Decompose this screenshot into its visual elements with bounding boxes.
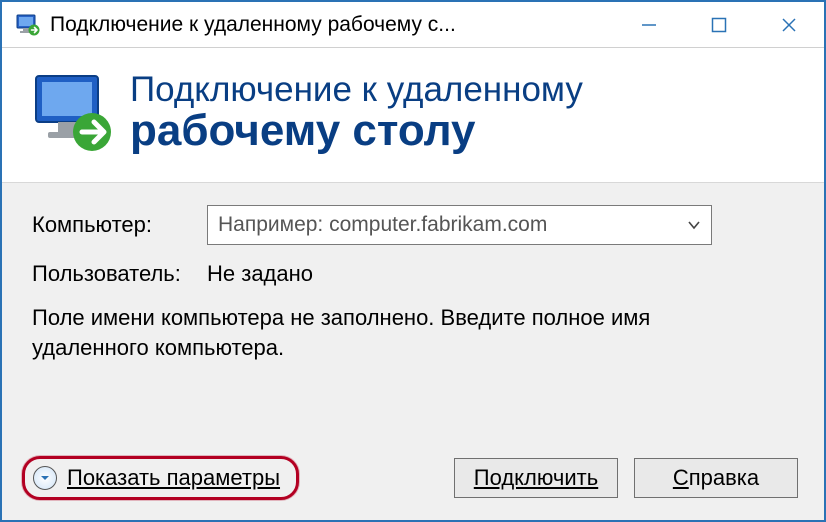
rdc-logo-icon — [30, 70, 116, 156]
user-value: Не задано — [207, 261, 313, 287]
minimize-button[interactable] — [614, 2, 684, 47]
form-area: Компьютер: Пользователь: Не задано Поле … — [2, 183, 824, 446]
chevron-down-icon[interactable] — [677, 218, 711, 232]
computer-combobox[interactable] — [207, 205, 712, 245]
connect-button[interactable]: Подключить — [454, 458, 618, 498]
header-banner: Подключение к удаленному рабочему столу — [2, 48, 824, 183]
close-button[interactable] — [754, 2, 824, 47]
app-icon — [16, 13, 40, 37]
hint-text: Поле имени компьютера не заполнено. Введ… — [32, 303, 772, 362]
show-options-button[interactable]: Показать параметры — [22, 456, 299, 500]
window-title: Подключение к удаленному рабочему с... — [50, 13, 614, 37]
help-rest: правка — [689, 465, 759, 490]
user-row: Пользователь: Не задано — [32, 261, 794, 287]
computer-row: Компьютер: — [32, 205, 794, 245]
banner-line2: рабочему столу — [130, 108, 583, 154]
maximize-button[interactable] — [684, 2, 754, 47]
footer: Показать параметры Подключить Справка — [2, 446, 824, 520]
titlebar: Подключение к удаленному рабочему с... — [2, 2, 824, 48]
chevron-down-icon — [33, 466, 57, 490]
computer-input[interactable] — [208, 213, 677, 237]
help-button[interactable]: Справка — [634, 458, 798, 498]
show-options-label: Показать параметры — [67, 465, 280, 491]
help-accel: С — [673, 465, 689, 490]
window-controls — [614, 2, 824, 47]
user-label: Пользователь: — [32, 261, 207, 287]
banner-text: Подключение к удаленному рабочему столу — [130, 72, 583, 155]
banner-line1: Подключение к удаленному — [130, 72, 583, 109]
computer-label: Компьютер: — [32, 212, 207, 238]
rdc-window: Подключение к удаленному рабочему с... — [0, 0, 826, 522]
